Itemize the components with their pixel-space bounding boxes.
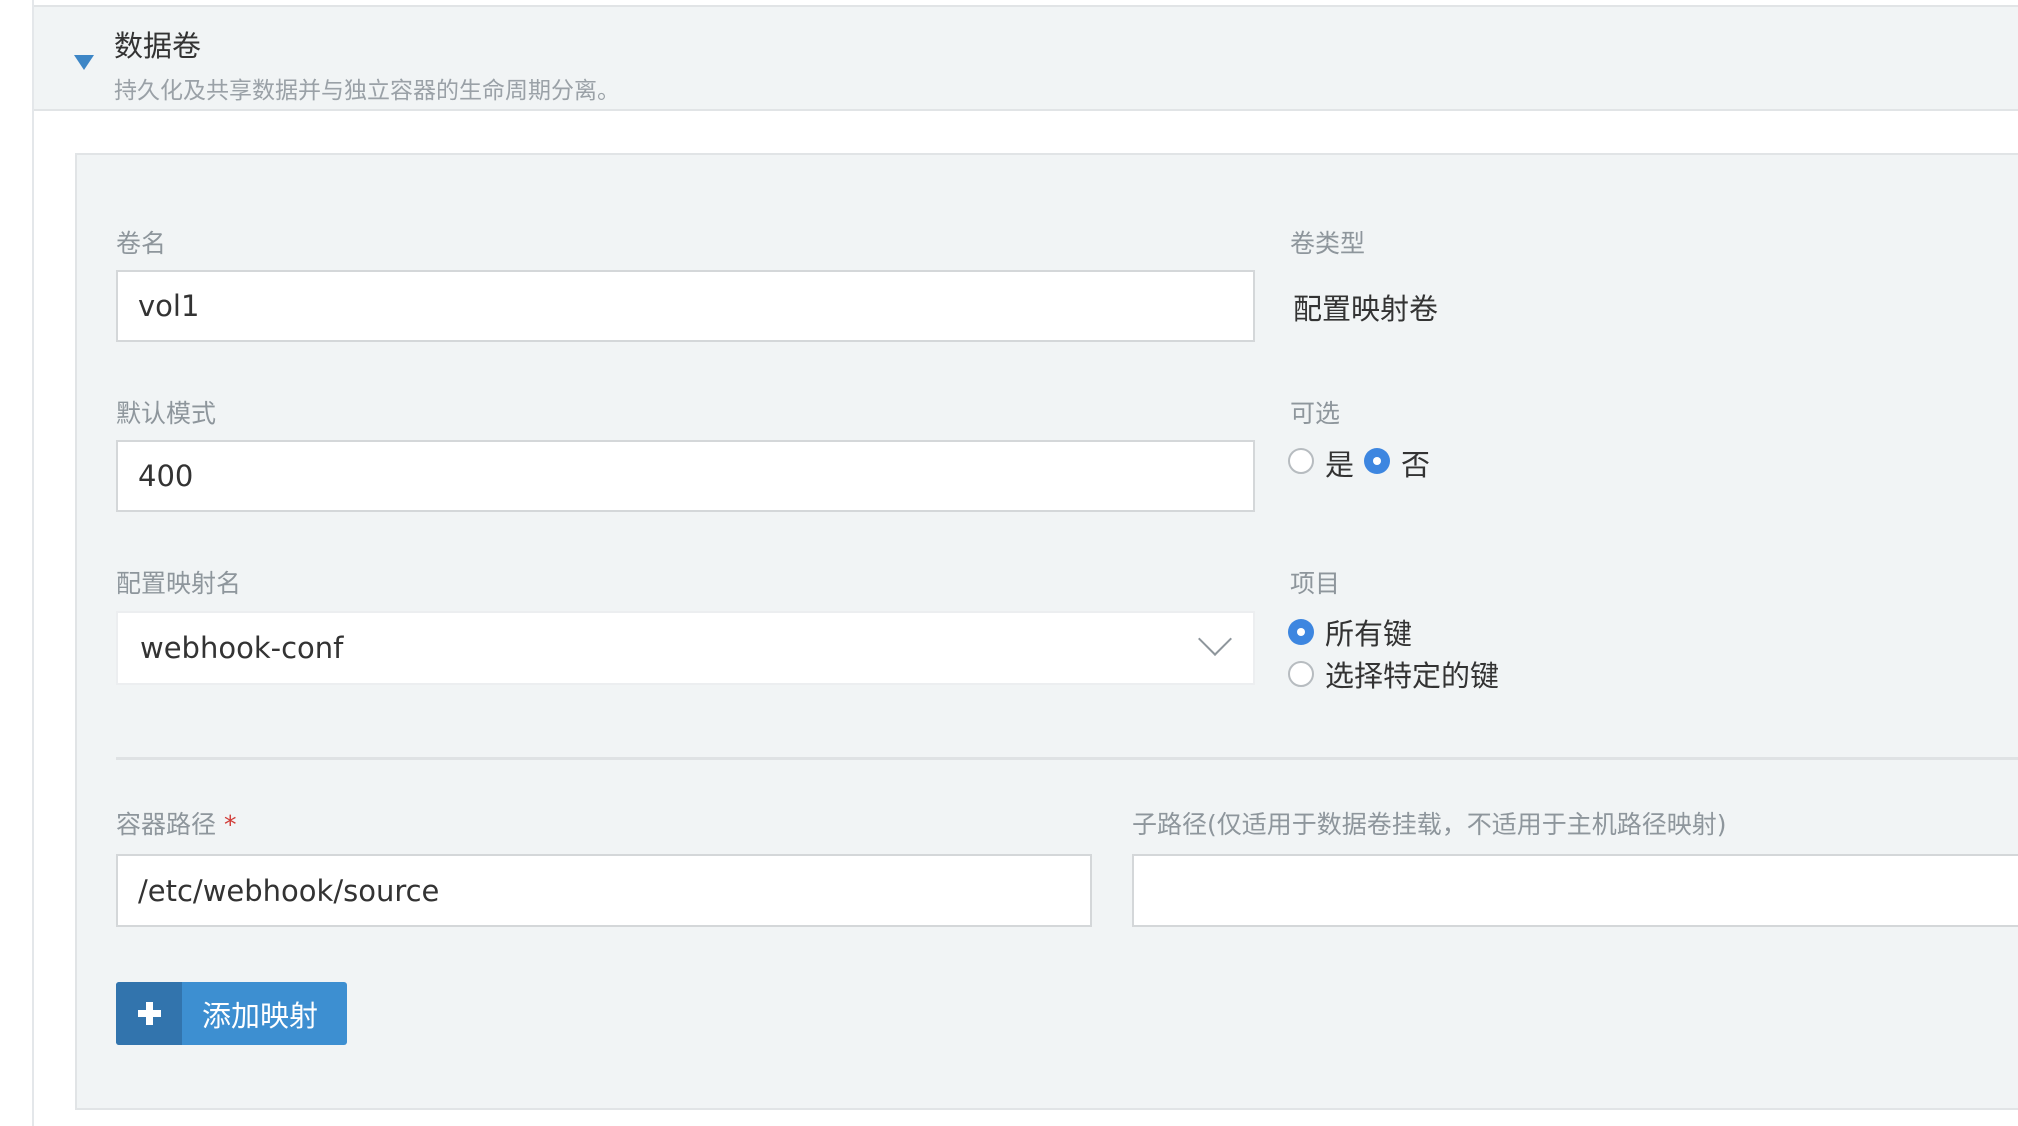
add-mapping-label: 添加映射 <box>202 998 319 1033</box>
configmap-select-value: webhook-conf <box>140 631 344 665</box>
volumes-section-header[interactable]: 数据卷 持久化及共享数据并与独立容器的生命周期分离。 <box>34 5 2018 111</box>
subpath-input[interactable] <box>1132 854 2018 927</box>
add-mapping-button[interactable]: 添加映射 <box>116 982 347 1045</box>
volume-type-value: 配置映射卷 <box>1293 292 1439 326</box>
configmap-name-label: 配置映射名 <box>116 569 242 598</box>
items-specific-keys-label[interactable]: 选择特定的键 <box>1325 653 1499 695</box>
volume-type-label: 卷类型 <box>1290 229 1366 258</box>
configmap-select[interactable]: webhook-conf <box>116 611 1255 685</box>
subpath-label: 子路径(仅适用于数据卷挂载，不适用于主机路径映射) <box>1132 810 1727 839</box>
section-title: 数据卷 <box>114 29 202 63</box>
items-all-keys-radio[interactable] <box>1288 619 1314 645</box>
optional-no-radio[interactable] <box>1364 448 1390 474</box>
optional-label: 可选 <box>1290 399 1341 428</box>
default-mode-label: 默认模式 <box>116 399 217 428</box>
items-all-keys-label[interactable]: 所有键 <box>1325 611 1412 653</box>
required-asterisk: * <box>224 810 237 839</box>
optional-no-label[interactable]: 否 <box>1401 442 1430 484</box>
plus-box <box>116 982 182 1045</box>
items-specific-keys-radio[interactable] <box>1288 661 1314 687</box>
collapse-triangle-icon[interactable] <box>74 55 94 70</box>
plus-icon <box>138 1002 161 1025</box>
container-path-label-text: 容器路径 <box>116 810 217 839</box>
default-mode-input[interactable] <box>116 440 1255 512</box>
section-description: 持久化及共享数据并与独立容器的生命周期分离。 <box>114 78 620 104</box>
items-label: 项目 <box>1290 569 1341 598</box>
optional-yes-radio[interactable] <box>1288 448 1314 474</box>
container-path-input[interactable] <box>116 854 1092 927</box>
optional-yes-label[interactable]: 是 <box>1325 442 1354 484</box>
volume-name-label: 卷名 <box>116 229 167 258</box>
divider <box>116 757 2018 760</box>
volume-name-input[interactable] <box>116 270 1255 342</box>
page: 数据卷 持久化及共享数据并与独立容器的生命周期分离。 卷名 卷类型 配置映射卷 … <box>0 0 2018 1126</box>
container-path-label: 容器路径 * <box>116 805 237 841</box>
left-border <box>32 0 34 1126</box>
chevron-down-icon <box>1198 622 1232 656</box>
